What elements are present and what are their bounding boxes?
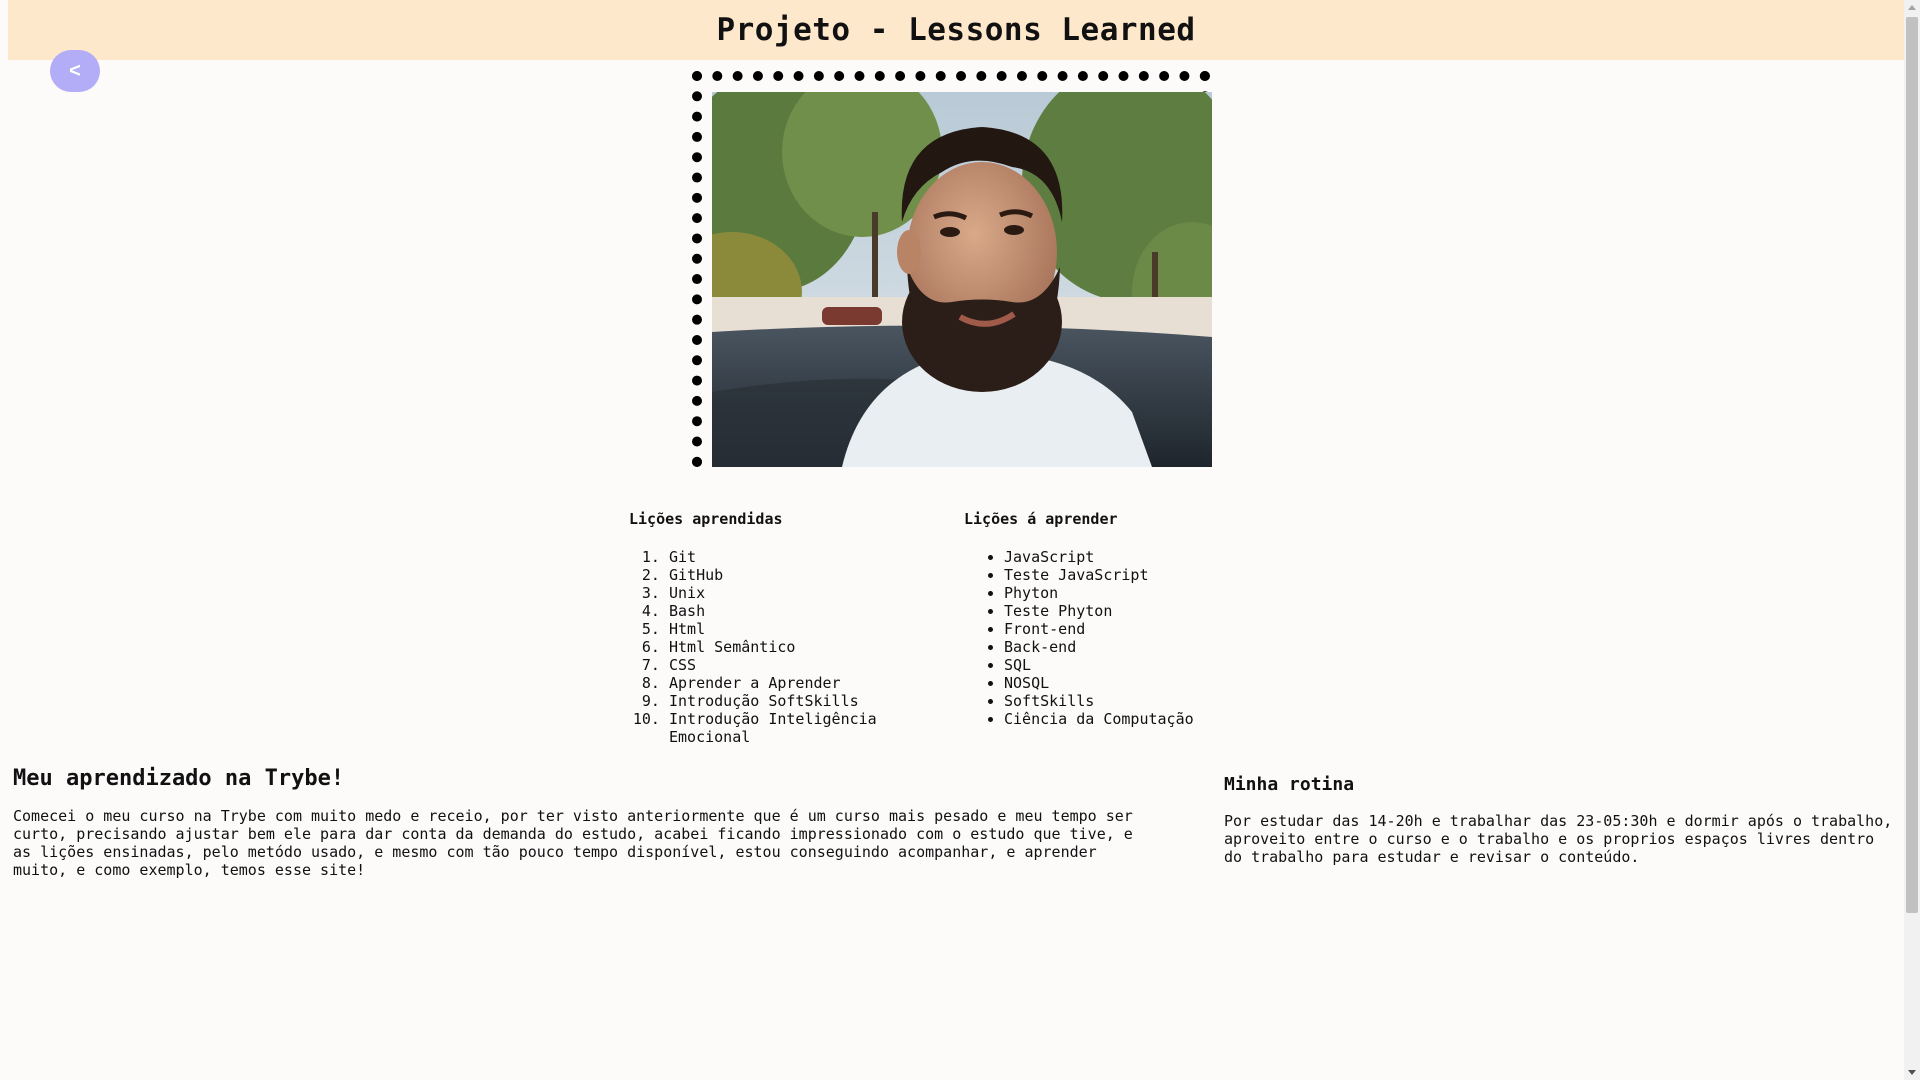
list-item: Front-end — [1004, 620, 1224, 638]
lessons-lists: Lições aprendidas Git GitHub Unix Bash H… — [629, 510, 1224, 746]
trybe-section-text: Comecei o meu curso na Trybe com muito m… — [13, 807, 1133, 879]
list-item: Unix — [669, 584, 964, 602]
lessons-to-learn-list: JavaScript Teste JavaScript Phyton Teste… — [964, 548, 1224, 728]
list-item: SoftSkills — [1004, 692, 1224, 710]
trybe-section-title: Meu aprendizado na Trybe! — [13, 766, 345, 791]
lessons-learned-title: Lições aprendidas — [629, 510, 783, 528]
lessons-to-learn-title: Lições á aprender — [964, 510, 1118, 528]
vertical-scrollbar[interactable] — [1904, 0, 1920, 1080]
list-item: Aprender a Aprender — [669, 674, 964, 692]
list-item: CSS — [669, 656, 964, 674]
routine-section-text: Por estudar das 14-20h e trabalhar das 2… — [1224, 812, 1893, 866]
list-item: Html Semântico — [669, 638, 964, 656]
list-item: GitHub — [669, 566, 964, 584]
page: Projeto - Lessons Learned < Lições apren… — [0, 0, 1920, 1080]
back-button[interactable]: < — [50, 50, 100, 92]
list-item: Teste JavaScript — [1004, 566, 1224, 584]
list-item: Introdução Inteligência Emocional — [669, 710, 964, 746]
scroll-down-arrow-icon[interactable] — [1908, 1070, 1916, 1075]
list-item: Bash — [669, 602, 964, 620]
list-item: SQL — [1004, 656, 1224, 674]
trybe-section: Meu aprendizado na Trybe! Comecei o meu … — [13, 766, 1143, 879]
list-item: Html — [669, 620, 964, 638]
routine-section: Minha rotina Por estudar das 14-20h e tr… — [1224, 774, 1894, 866]
list-item: Git — [669, 548, 964, 566]
list-item: Ciência da Computação — [1004, 710, 1224, 728]
lessons-to-learn: Lições á aprender JavaScript Teste JavaS… — [964, 510, 1224, 746]
page-title: Projeto - Lessons Learned — [716, 12, 1196, 48]
list-item: Back-end — [1004, 638, 1224, 656]
scroll-up-arrow-icon[interactable] — [1908, 5, 1916, 10]
page-header: Projeto - Lessons Learned — [8, 0, 1904, 60]
list-item: Phyton — [1004, 584, 1224, 602]
list-item: JavaScript — [1004, 548, 1224, 566]
lessons-learned-list: Git GitHub Unix Bash Html Html Semântico… — [629, 548, 964, 746]
list-item: Introdução SoftSkills — [669, 692, 964, 710]
scrollbar-thumb[interactable] — [1906, 17, 1918, 913]
routine-section-title: Minha rotina — [1224, 774, 1355, 795]
profile-photo — [712, 92, 1212, 467]
list-item: Teste Phyton — [1004, 602, 1224, 620]
list-item: NOSQL — [1004, 674, 1224, 692]
lessons-learned: Lições aprendidas Git GitHub Unix Bash H… — [629, 510, 964, 746]
photo-frame — [692, 71, 1212, 467]
